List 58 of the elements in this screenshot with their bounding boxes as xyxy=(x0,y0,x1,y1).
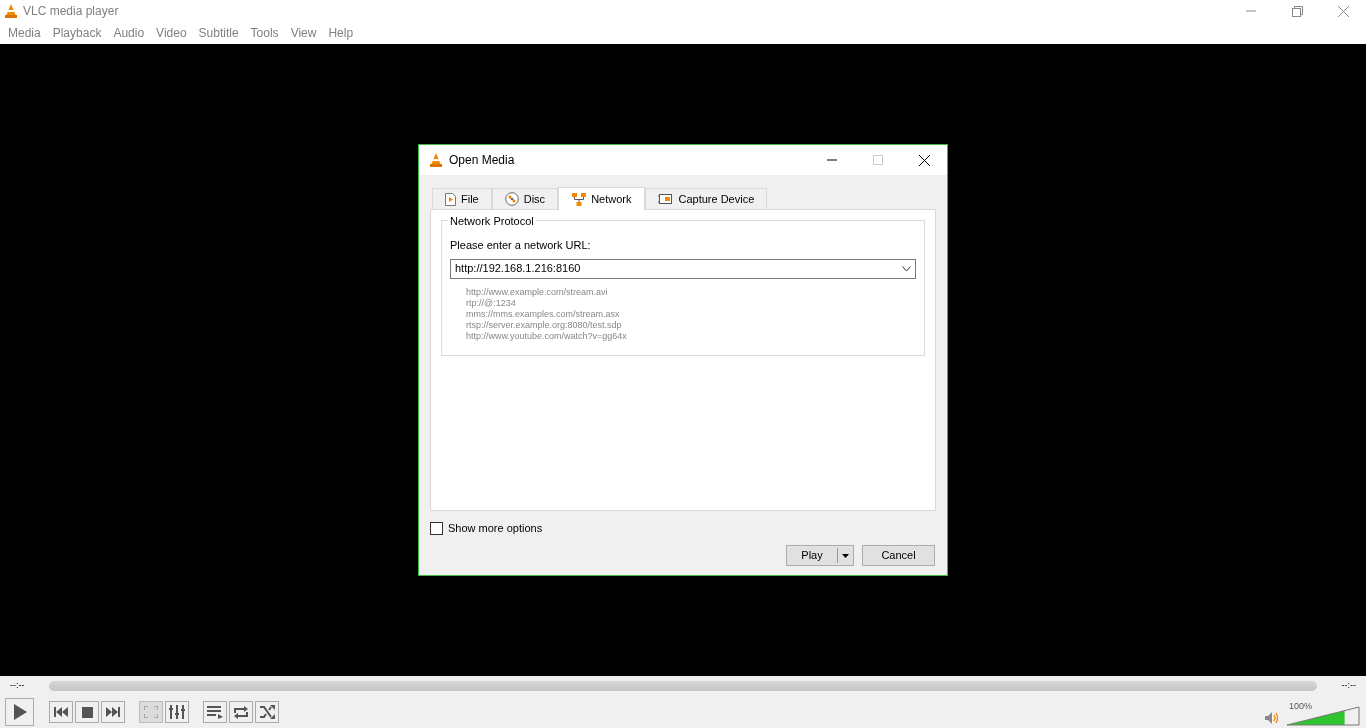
example-url: http://www.youtube.com/watch?v=gg64x xyxy=(466,330,628,342)
window-title: VLC media player xyxy=(23,3,119,20)
equalizer-button[interactable] xyxy=(165,701,189,723)
chevron-down-icon xyxy=(902,265,911,272)
url-label: Please enter a network URL: xyxy=(450,238,592,253)
shuffle-button[interactable] xyxy=(255,701,279,723)
dialog-title: Open Media xyxy=(449,152,515,169)
tab[interactable]: Network xyxy=(558,187,646,210)
play-button[interactable] xyxy=(5,698,34,726)
fullscreen-icon xyxy=(144,706,158,718)
example-url: mms://mms.examples.com/stream.asx xyxy=(466,308,621,320)
menu-item[interactable]: View xyxy=(284,24,323,42)
cone-icon xyxy=(429,153,443,167)
play-icon xyxy=(12,704,27,720)
checkbox[interactable] xyxy=(430,521,443,535)
cone-icon xyxy=(4,4,18,18)
url-combo-box[interactable]: http://192.168.1.216:8160 xyxy=(450,258,916,279)
tab[interactable]: Capture Device xyxy=(645,188,768,209)
loop-button[interactable] xyxy=(229,701,253,723)
menu-item[interactable]: Subtitle xyxy=(192,24,245,42)
menu-item[interactable]: Audio xyxy=(107,24,151,42)
disc-icon xyxy=(504,192,519,206)
speaker-icon[interactable] xyxy=(1265,712,1279,724)
example-url: http://www.example.com/stream.avi xyxy=(466,286,609,298)
stop-icon xyxy=(81,706,93,718)
remaining-time: --:-- xyxy=(1340,679,1356,693)
menu-item[interactable]: Media xyxy=(2,24,47,42)
previous-icon xyxy=(54,707,68,717)
playlist-button[interactable] xyxy=(203,701,227,723)
tab[interactable]: Disc xyxy=(491,188,559,209)
close-icon xyxy=(918,154,930,166)
example-url: rtsp://server.example.org:8080/test.sdp xyxy=(466,319,623,331)
next-button[interactable] xyxy=(101,701,125,723)
file-icon xyxy=(445,192,456,206)
capture-card-icon xyxy=(658,193,674,205)
close-icon xyxy=(1337,5,1349,17)
play-button[interactable]: Play xyxy=(786,545,854,566)
menu-item[interactable]: Playback xyxy=(46,24,108,42)
cancel-button[interactable]: Cancel xyxy=(862,545,935,566)
checkbox-label: Show more options xyxy=(448,520,543,536)
caret-icon xyxy=(842,553,849,558)
restore-icon xyxy=(1291,5,1303,17)
playlist-icon xyxy=(207,705,223,719)
previous-button[interactable] xyxy=(49,701,73,723)
elapsed-time: --:-- xyxy=(10,679,26,693)
loop-icon xyxy=(233,705,249,719)
next-icon xyxy=(106,707,120,717)
sliders-icon xyxy=(169,705,185,719)
volume-reading: 100% xyxy=(1289,700,1313,713)
example-url: rtp://@:1234 xyxy=(466,297,517,309)
menu-item[interactable]: Tools xyxy=(244,24,285,42)
shuffle-icon xyxy=(259,705,275,719)
network-icon xyxy=(572,192,587,206)
menu-item[interactable]: Video xyxy=(150,24,193,42)
menu-item[interactable]: Help xyxy=(322,24,360,42)
stop-button[interactable] xyxy=(75,701,99,723)
tab[interactable]: File xyxy=(432,188,492,209)
maximize-icon xyxy=(873,155,883,165)
